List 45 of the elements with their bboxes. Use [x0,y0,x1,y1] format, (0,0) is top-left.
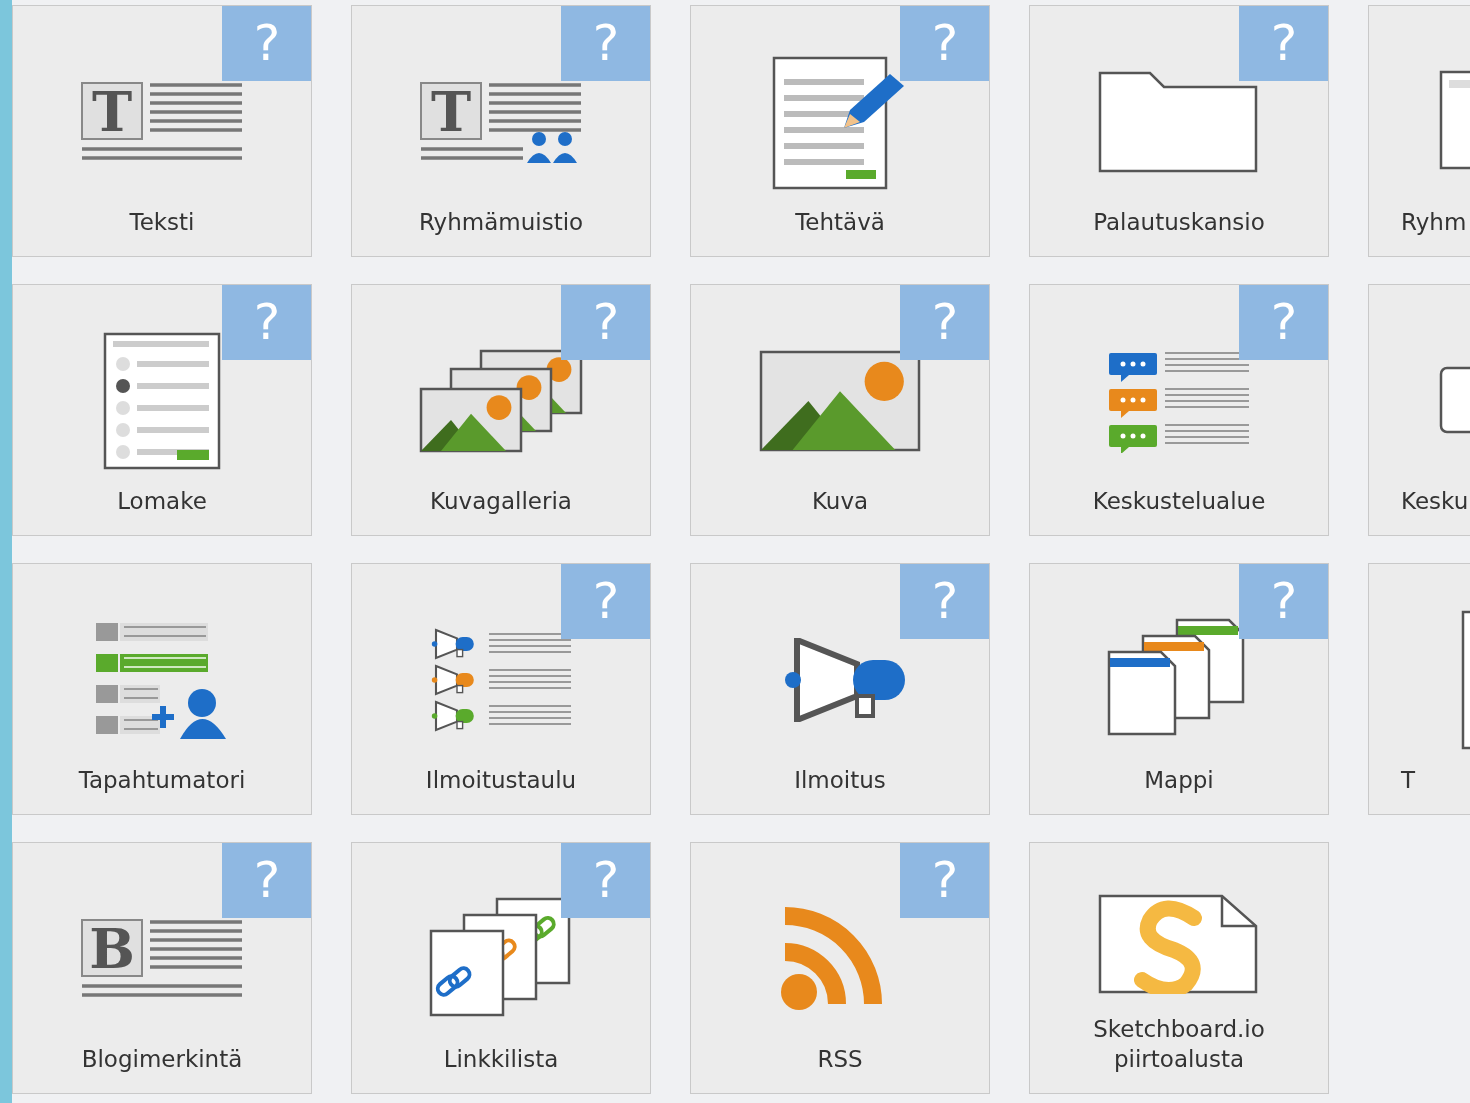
tile-label: Teksti [128,208,196,238]
tile-label: Tapahtumatori [77,766,247,796]
module-tile[interactable]: ? Lomake [12,284,312,536]
tile-label: Palautuskansio [1092,208,1266,238]
tile-label: Ryhm [1400,208,1467,238]
tile-label: Kesku [1400,487,1469,517]
module-tile[interactable]: T [1368,563,1470,815]
module-tile[interactable]: ? Keskustelualue [1029,284,1329,536]
module-tile[interactable]: ? Ilmoitus [690,563,990,815]
tile-label: Ilmoitustaulu [424,766,578,796]
sketch-file-icon [1098,894,1260,995]
image-gallery-icon [419,349,583,454]
module-tile[interactable]: ? Kuva [690,284,990,536]
tile-label: Lomake [116,487,208,517]
module-tile[interactable]: Sketchboard.io piirtoalusta [1029,842,1329,1094]
tile-label: Ryhmämuistio [417,208,585,238]
module-tile[interactable]: Ryhm [1368,5,1470,257]
module-tile[interactable]: ? RSS [690,842,990,1094]
module-tile[interactable]: Kesku [1368,284,1470,536]
tile-label: Mappi [1143,766,1215,796]
image-icon [759,350,921,453]
form-icon [103,332,221,471]
module-tile[interactable]: ? Tehtävä [690,5,990,257]
tile-label: Tehtävä [794,208,886,238]
discussion-icon [1107,349,1251,454]
tile-label: Ilmoitus [793,766,887,796]
module-tile[interactable]: ? Linkkilista [351,842,651,1094]
module-tile[interactable]: ? T Ryhmämuistio [351,5,651,257]
module-tile[interactable]: ? T Teksti [12,5,312,257]
tile-label: Keskustelualue [1091,487,1267,517]
module-tile[interactable]: ? B Blogimerkintä [12,842,312,1094]
tile-label: Kuva [810,487,870,517]
module-tile[interactable]: ? Kuvagalleria [351,284,651,536]
module-tile[interactable]: ? Mappi [1029,563,1329,815]
tile-label: Blogimerkintä [80,1045,244,1075]
tile-label: Sketchboard.io piirtoalusta [1092,1015,1266,1075]
folder-icon [1098,71,1260,174]
tile-label: Kuvagalleria [429,487,573,517]
tile-label: Linkkilista [442,1045,560,1075]
module-tile[interactable]: Tapahtumatori [12,563,312,815]
tile-label: T [1400,766,1416,796]
module-tile[interactable]: ? Ilmoitustaulu [351,563,651,815]
announcement-board-icon [429,628,573,733]
module-tile[interactable]: ? Palautuskansio [1029,5,1329,257]
tile-label: RSS [816,1045,864,1075]
